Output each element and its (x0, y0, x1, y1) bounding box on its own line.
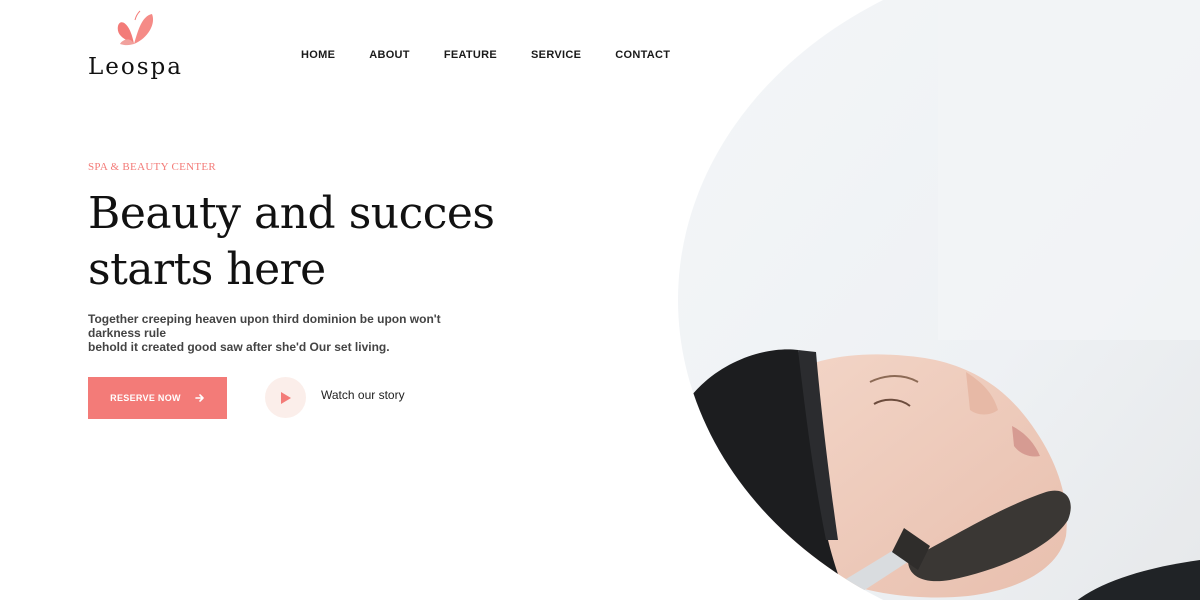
nav-contact[interactable]: CONTACT (615, 49, 670, 61)
butterfly-icon (117, 10, 154, 46)
reserve-now-label: RESERVE NOW (110, 393, 181, 403)
woman-facial-treatment-photo (678, 0, 1200, 600)
arrow-right-icon (195, 394, 204, 402)
nav-about[interactable]: ABOUT (369, 49, 410, 61)
description-line-2: behold it created good saw after she'd O… (88, 340, 390, 354)
nav-home[interactable]: HOME (301, 49, 335, 61)
hero-description: Together creeping heaven upon third domi… (88, 312, 488, 354)
brand-name: Leospa (88, 54, 183, 80)
headline-line-1: Beauty and succes (88, 188, 495, 239)
play-icon (280, 391, 291, 404)
reserve-now-button[interactable]: RESERVE NOW (88, 377, 227, 419)
nav-feature[interactable]: FEATURE (444, 49, 497, 61)
play-video-button[interactable] (265, 377, 306, 418)
hero-headline: Beauty and succes starts here (88, 186, 558, 298)
description-line-1: Together creeping heaven upon third domi… (88, 312, 441, 340)
logo[interactable]: Leospa (88, 10, 198, 80)
headline-line-2: starts here (88, 244, 326, 295)
nav-service[interactable]: SERVICE (531, 49, 581, 61)
main-nav: HOME ABOUT FEATURE SERVICE CONTACT (301, 49, 670, 61)
hero-eyebrow: SPA & BEAUTY CENTER (88, 161, 217, 173)
watch-our-story-link[interactable]: Watch our story (321, 388, 405, 402)
